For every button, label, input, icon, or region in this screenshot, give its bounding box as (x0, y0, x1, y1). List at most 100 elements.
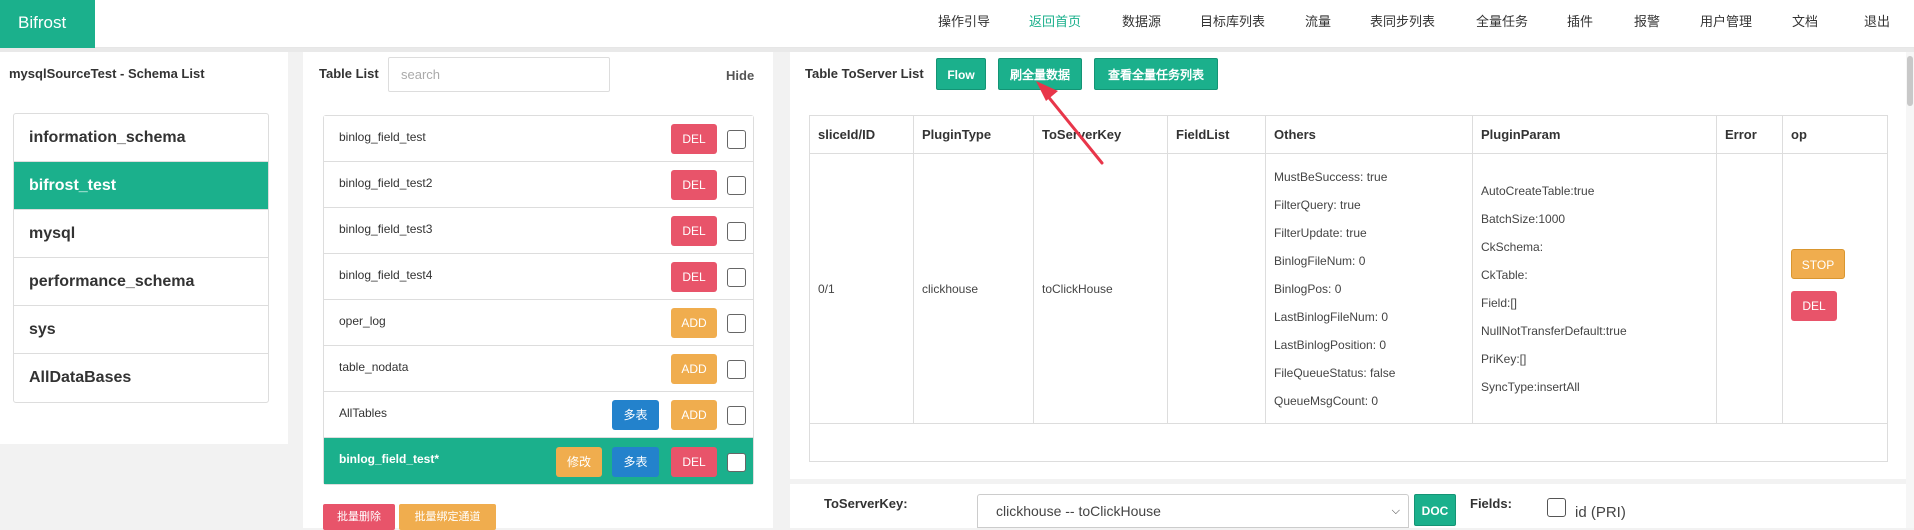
others-line: LastBinlogFileNum: 0 (1274, 309, 1389, 324)
schema-item-information-schema[interactable]: information_schema (14, 114, 268, 162)
param-line: SyncType:insertAll (1481, 379, 1580, 394)
batch-delete-button[interactable]: 批量删除 (323, 504, 395, 530)
col-header-op: op (1782, 115, 1888, 154)
schema-item-performance-schema[interactable]: performance_schema (14, 258, 268, 306)
table-row: 0/1 clickhouse toClickHouse MustBeSucces… (809, 153, 1888, 424)
table-add-button[interactable]: ADD (671, 400, 717, 430)
table-del-button[interactable]: DEL (671, 447, 717, 477)
table-list-panel: Table List Hide binlog_field_test DEL bi… (303, 52, 773, 530)
table-row-checkbox[interactable] (727, 314, 746, 333)
full-data-button[interactable]: 刷全量数据 (998, 58, 1082, 90)
nav-item-plugins[interactable]: 插件 (1567, 0, 1593, 44)
top-navbar: Bifrost 操作引导 返回首页 数据源 目标库列表 流量 表同步列表 全量任… (0, 0, 1914, 48)
nav-item-home[interactable]: 返回首页 (1029, 0, 1081, 44)
empty-cell (809, 423, 1888, 462)
table-row-name[interactable]: binlog_field_test3 (339, 222, 432, 236)
param-line: BatchSize:1000 (1481, 211, 1566, 226)
table-modify-button[interactable]: 修改 (556, 447, 602, 477)
view-full-tasks-button[interactable]: 查看全量任务列表 (1094, 58, 1218, 90)
table-row-name[interactable]: binlog_field_test4 (339, 268, 432, 282)
field-id-checkbox[interactable] (1547, 498, 1566, 517)
table-row-name[interactable]: binlog_field_test* (339, 452, 439, 466)
col-header-field-list: FieldList (1167, 115, 1266, 154)
toserver-title: Table ToServer List (805, 66, 924, 81)
table-row-checkbox[interactable] (727, 130, 746, 149)
cell-error (1716, 153, 1783, 424)
table-row-name[interactable]: AllTables (339, 406, 387, 420)
col-header-others: Others (1265, 115, 1473, 154)
table-row: binlog_field_test2 DEL (324, 162, 753, 208)
others-line: LastBinlogPosition: 0 (1274, 337, 1387, 352)
doc-button[interactable]: DOC (1414, 494, 1456, 526)
stop-button[interactable]: STOP (1791, 248, 1845, 279)
nav-item-alarm[interactable]: 报警 (1634, 0, 1660, 44)
chevron-down-icon: ⌵ (1391, 505, 1400, 517)
schema-panel: mysqlSourceTest - Schema List informatio… (0, 52, 288, 444)
brand-logo[interactable]: Bifrost (0, 0, 95, 48)
table-row: binlog_field_test4 DEL (324, 254, 753, 300)
cell-to-server-key: toClickHouse (1033, 153, 1168, 424)
others-line: FileQueueStatus: false (1274, 365, 1396, 380)
schema-panel-title: mysqlSourceTest - Schema List (9, 66, 205, 81)
table-list-title: Table List (319, 66, 379, 81)
to-server-key-label: ToServerKey: (824, 496, 908, 511)
table-row-selected: binlog_field_test* 修改 多表 DEL (324, 438, 753, 484)
param-line: Field:[] (1481, 295, 1518, 310)
table-row-name[interactable]: binlog_field_test (339, 130, 426, 144)
table-row-checkbox[interactable] (727, 406, 746, 425)
others-line: BinlogFileNum: 0 (1274, 253, 1366, 268)
table-search-input[interactable] (388, 57, 610, 92)
nav-item-target-list[interactable]: 目标库列表 (1200, 0, 1265, 44)
flow-button[interactable]: Flow (936, 58, 986, 90)
col-header-plugin-param: PluginParam (1472, 115, 1717, 154)
others-line: QueueMsgCount: 0 (1274, 393, 1379, 408)
table-add-button[interactable]: ADD (671, 354, 717, 384)
cell-op: STOP DEL (1782, 153, 1888, 424)
table-multi-button[interactable]: 多表 (612, 400, 659, 430)
table-del-button[interactable]: DEL (671, 216, 717, 246)
nav-item-logout[interactable]: 退出 (1864, 0, 1890, 44)
table-del-button[interactable]: DEL (671, 262, 717, 292)
others-line: FilterUpdate: true (1274, 225, 1367, 240)
table-add-button[interactable]: ADD (671, 308, 717, 338)
param-line: CkTable: (1481, 267, 1528, 282)
nav-item-datasource[interactable]: 数据源 (1122, 0, 1161, 44)
field-id-label: id (PRI) (1575, 504, 1626, 521)
table-row-name[interactable]: table_nodata (339, 360, 408, 374)
schema-item-bifrost-test[interactable]: bifrost_test (14, 162, 268, 210)
fields-label: Fields: (1470, 496, 1512, 511)
col-header-plugin-type: PluginType (913, 115, 1034, 154)
table-row-checkbox[interactable] (727, 453, 746, 472)
table-row-checkbox[interactable] (727, 268, 746, 287)
select-value: clickhouse -- toClickHouse (996, 503, 1161, 519)
page-scrollbar[interactable] (1906, 52, 1914, 528)
nav-item-users[interactable]: 用户管理 (1700, 0, 1752, 44)
table-row: oper_log ADD (324, 300, 753, 346)
table-row-checkbox[interactable] (727, 176, 746, 195)
page-scrollbar-thumb[interactable] (1907, 56, 1913, 106)
table-row-name[interactable]: oper_log (339, 314, 386, 328)
batch-bind-button[interactable]: 批量绑定通道 (399, 504, 496, 530)
hide-link[interactable]: Hide (726, 68, 754, 83)
nav-item-traffic[interactable]: 流量 (1305, 0, 1331, 44)
table-row: binlog_field_test3 DEL (324, 208, 753, 254)
table-del-button[interactable]: DEL (671, 124, 717, 154)
others-line: MustBeSuccess: true (1274, 169, 1388, 184)
nav-item-docs[interactable]: 文档 (1792, 0, 1818, 44)
to-server-key-select[interactable]: clickhouse -- toClickHouse ⌵ (977, 494, 1409, 528)
table-del-button[interactable]: DEL (671, 170, 717, 200)
schema-item-mysql[interactable]: mysql (14, 210, 268, 258)
col-header-to-server-key: ToServerKey (1033, 115, 1168, 154)
table-row-name[interactable]: binlog_field_test2 (339, 176, 432, 190)
table-multi-button[interactable]: 多表 (612, 447, 659, 477)
nav-item-guide[interactable]: 操作引导 (938, 0, 990, 44)
table-row-checkbox[interactable] (727, 360, 746, 379)
delete-button[interactable]: DEL (1791, 290, 1837, 321)
param-line: CkSchema: (1481, 239, 1544, 254)
schema-item-sys[interactable]: sys (14, 306, 268, 354)
nav-item-full-tasks[interactable]: 全量任务 (1476, 0, 1528, 44)
table-list: binlog_field_test DEL binlog_field_test2… (323, 115, 754, 485)
nav-item-table-sync[interactable]: 表同步列表 (1370, 0, 1435, 44)
schema-item-alldatabases[interactable]: AllDataBases (14, 354, 268, 402)
table-row-checkbox[interactable] (727, 222, 746, 241)
